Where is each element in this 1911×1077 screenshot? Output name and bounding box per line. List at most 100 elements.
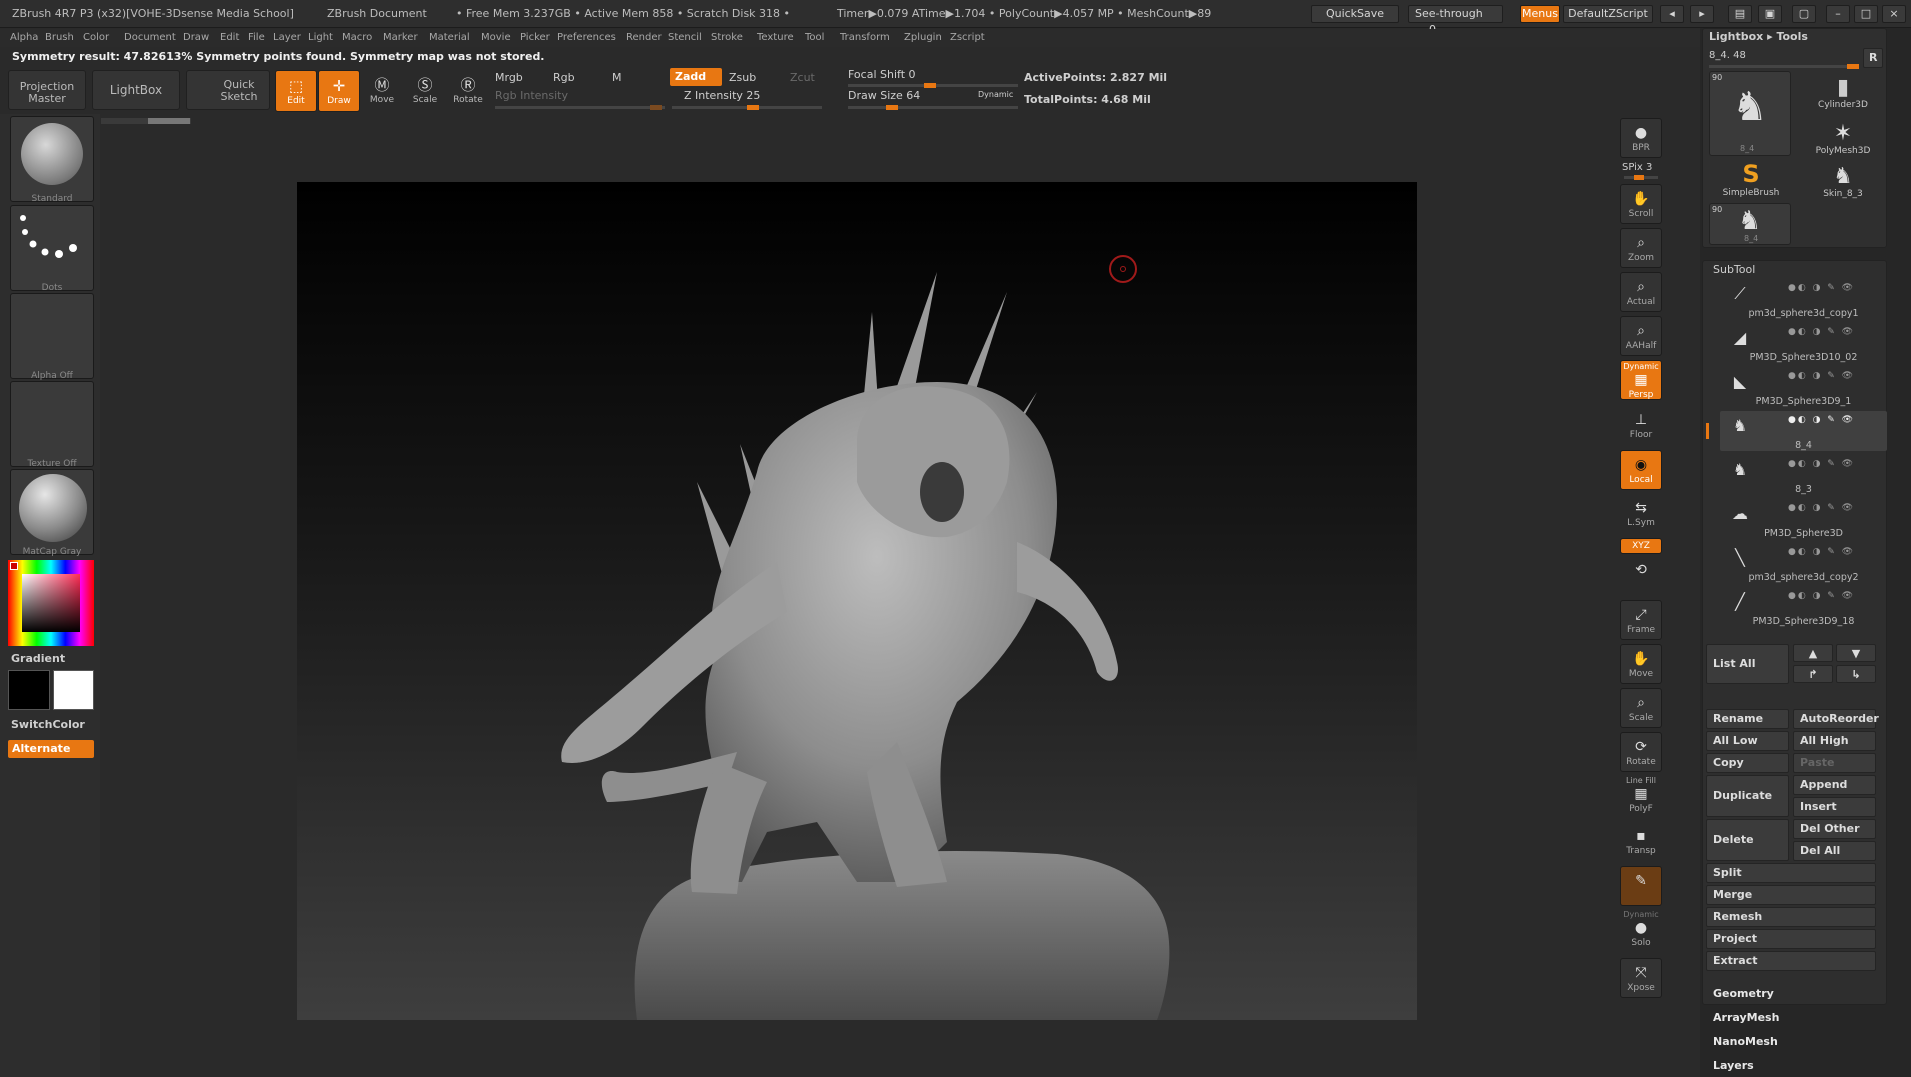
lsym-button[interactable]: ⇆ L.Sym bbox=[1620, 494, 1662, 534]
menu-alpha[interactable]: Alpha bbox=[10, 32, 38, 43]
color-saturation-square[interactable] bbox=[22, 574, 80, 632]
menu-layer[interactable]: Layer bbox=[273, 32, 301, 43]
duplicate-button[interactable]: Duplicate bbox=[1706, 775, 1789, 817]
r-button[interactable]: R bbox=[1863, 48, 1883, 68]
menu-tool[interactable]: Tool bbox=[805, 32, 824, 43]
all-high-button[interactable]: All High bbox=[1793, 731, 1876, 751]
alpha-selector[interactable]: Alpha Off bbox=[10, 293, 94, 381]
menu-zscript[interactable]: Zscript bbox=[950, 32, 985, 43]
focal-shift-slider[interactable]: Focal Shift 0 bbox=[848, 68, 916, 81]
quick-sketch-button[interactable]: Quick Sketch bbox=[186, 70, 270, 110]
spix-track[interactable] bbox=[1624, 175, 1658, 180]
scroll-right-icon[interactable]: ▸ bbox=[1690, 5, 1714, 23]
zadd-button[interactable]: Zadd bbox=[670, 68, 722, 86]
rotate-axis-icons[interactable]: ⟲ bbox=[1620, 556, 1662, 592]
menus-button[interactable]: Menus bbox=[1520, 5, 1560, 23]
delete-button[interactable]: Delete bbox=[1706, 819, 1789, 861]
menu-material[interactable]: Material bbox=[429, 32, 470, 43]
menu-movie[interactable]: Movie bbox=[481, 32, 511, 43]
current-tool-slider[interactable]: 8_4. 48 bbox=[1709, 50, 1746, 61]
menu-preferences[interactable]: Preferences bbox=[557, 32, 616, 43]
m-button[interactable]: M bbox=[612, 71, 622, 84]
minimize-icon[interactable]: – bbox=[1826, 5, 1850, 23]
copy-button[interactable]: Copy bbox=[1706, 753, 1789, 773]
subtool-item[interactable]: ◢ ●◐ ◑ ✎ 👁 PM3D_Sphere3D10_02 bbox=[1720, 323, 1887, 363]
zcut-button[interactable]: Zcut bbox=[790, 71, 815, 84]
polyf-button[interactable]: Line Fill ▦ PolyF bbox=[1620, 776, 1662, 816]
rotate-button[interactable]: Ⓡ Rotate bbox=[447, 70, 489, 112]
brush-selector[interactable]: Standard bbox=[10, 116, 94, 204]
xpose-button[interactable]: ⤧ Xpose bbox=[1620, 958, 1662, 998]
subtool-controls[interactable]: ●◐ ◑ ✎ 👁 bbox=[1788, 415, 1855, 425]
mrgb-button[interactable]: Mrgb bbox=[495, 71, 523, 84]
rgb-intensity-slider[interactable]: Rgb Intensity bbox=[495, 89, 568, 102]
subtool-controls[interactable]: ●◐ ◑ ✎ 👁 bbox=[1788, 327, 1855, 337]
z-intensity-slider[interactable]: Z Intensity 25 bbox=[684, 89, 760, 102]
z-intensity-track[interactable] bbox=[672, 105, 822, 110]
color-picker[interactable] bbox=[8, 560, 94, 646]
menu-edit[interactable]: Edit bbox=[220, 32, 239, 43]
texture-selector[interactable]: Texture Off bbox=[10, 381, 94, 469]
subtool-item[interactable]: ╱ ●◐ ◑ ✎ 👁 PM3D_Sphere3D9_18 bbox=[1720, 587, 1887, 627]
tool-thumb-8_4[interactable]: 90 ♞ 8_4 bbox=[1709, 71, 1791, 156]
canvas-scroll-thumb[interactable] bbox=[148, 118, 190, 124]
append-button[interactable]: Append bbox=[1793, 775, 1876, 795]
canvas-scrollbar[interactable] bbox=[101, 118, 191, 124]
switchcolor-button[interactable]: SwitchColor bbox=[11, 718, 85, 731]
tool-thumb-simplebrush[interactable]: S SimpleBrush bbox=[1711, 160, 1791, 200]
subtool-item-selected[interactable]: ♞ ●◐ ◑ ✎ 👁 8_4 bbox=[1720, 411, 1887, 451]
rename-button[interactable]: Rename bbox=[1706, 709, 1789, 729]
menu-render[interactable]: Render bbox=[626, 32, 662, 43]
floor-button[interactable]: ⊥ Floor bbox=[1620, 406, 1662, 446]
menu-brush[interactable]: Brush bbox=[45, 32, 74, 43]
scroll-button[interactable]: ✋ Scroll bbox=[1620, 184, 1662, 224]
main-color-swatch[interactable] bbox=[8, 670, 50, 710]
menu-stencil[interactable]: Stencil bbox=[668, 32, 702, 43]
dock-rotate-button[interactable]: ⟳ Rotate bbox=[1620, 732, 1662, 772]
tool-thumb-skin_8_3[interactable]: ♞ Skin_8_3 bbox=[1803, 164, 1883, 204]
subtool-item[interactable]: ╲ ●◐ ◑ ✎ 👁 pm3d_sphere3d_copy2 bbox=[1720, 543, 1887, 583]
close-icon[interactable]: × bbox=[1882, 5, 1906, 23]
subtool-item[interactable]: ♞ ●◐ ◑ ✎ 👁 8_3 bbox=[1720, 455, 1887, 495]
dynamic-toggle[interactable]: Dynamic bbox=[978, 90, 1013, 99]
dock-scale-button[interactable]: ⌕ Scale bbox=[1620, 688, 1662, 728]
document-viewport[interactable] bbox=[297, 182, 1417, 1020]
draw-size-slider[interactable]: Draw Size 64 bbox=[848, 89, 920, 102]
subtool-controls[interactable]: ●◐ ◑ ✎ 👁 bbox=[1788, 547, 1855, 557]
subtool-header[interactable]: SubTool bbox=[1713, 263, 1755, 276]
frame-button[interactable]: ⤢ Frame bbox=[1620, 600, 1662, 640]
spix-slider[interactable]: SPix 3 bbox=[1622, 162, 1652, 173]
tool-thumb-8_4-second[interactable]: 90 ♞ 8_4 bbox=[1709, 203, 1791, 245]
subtool-item[interactable]: ⟋ ●◐ ◑ ✎ 👁 pm3d_sphere3d_copy1 bbox=[1720, 279, 1887, 319]
subtool-item[interactable]: ◣ ●◐ ◑ ✎ 👁 PM3D_Sphere3D9_1 bbox=[1720, 367, 1887, 407]
tool-thumb-cylinder3d[interactable]: ▮ Cylinder3D bbox=[1803, 75, 1883, 115]
project-button[interactable]: Project bbox=[1706, 929, 1876, 949]
actual-button[interactable]: ⌕ Actual bbox=[1620, 272, 1662, 312]
move-up-branch-icon[interactable]: ↱ bbox=[1793, 665, 1833, 683]
gradient-toggle[interactable]: Gradient bbox=[11, 652, 65, 665]
rgb-button[interactable]: Rgb bbox=[553, 71, 575, 84]
menu-zplugin[interactable]: Zplugin bbox=[904, 32, 942, 43]
lock-icon[interactable]: ▢ bbox=[1792, 5, 1816, 23]
menu-picker[interactable]: Picker bbox=[520, 32, 550, 43]
all-low-button[interactable]: All Low bbox=[1706, 731, 1789, 751]
layout-icon[interactable]: ▤ bbox=[1728, 5, 1752, 23]
del-all-button[interactable]: Del All bbox=[1793, 841, 1876, 861]
xyz-button[interactable]: XYZ bbox=[1620, 538, 1662, 554]
menu-light[interactable]: Light bbox=[308, 32, 333, 43]
window-icon[interactable]: ▣ bbox=[1758, 5, 1782, 23]
menu-macro[interactable]: Macro bbox=[342, 32, 372, 43]
quicksave-button[interactable]: QuickSave bbox=[1311, 5, 1399, 23]
draw-size-track[interactable] bbox=[848, 105, 1018, 110]
alternate-button[interactable]: Alternate bbox=[8, 740, 94, 758]
nanomesh-section[interactable]: NanoMesh bbox=[1713, 1035, 1778, 1048]
lightbox-tools-header[interactable]: Lightbox ▸ Tools bbox=[1709, 30, 1808, 43]
menu-color[interactable]: Color bbox=[83, 32, 109, 43]
stroke-selector[interactable]: Dots bbox=[10, 205, 94, 293]
autoreorder-button[interactable]: AutoReorder bbox=[1793, 709, 1879, 729]
subtool-controls[interactable]: ●◐ ◑ ✎ 👁 bbox=[1788, 371, 1855, 381]
del-other-button[interactable]: Del Other bbox=[1793, 819, 1876, 839]
menu-stroke[interactable]: Stroke bbox=[711, 32, 743, 43]
paste-button[interactable]: Paste bbox=[1793, 753, 1876, 773]
menu-document[interactable]: Document bbox=[124, 32, 176, 43]
